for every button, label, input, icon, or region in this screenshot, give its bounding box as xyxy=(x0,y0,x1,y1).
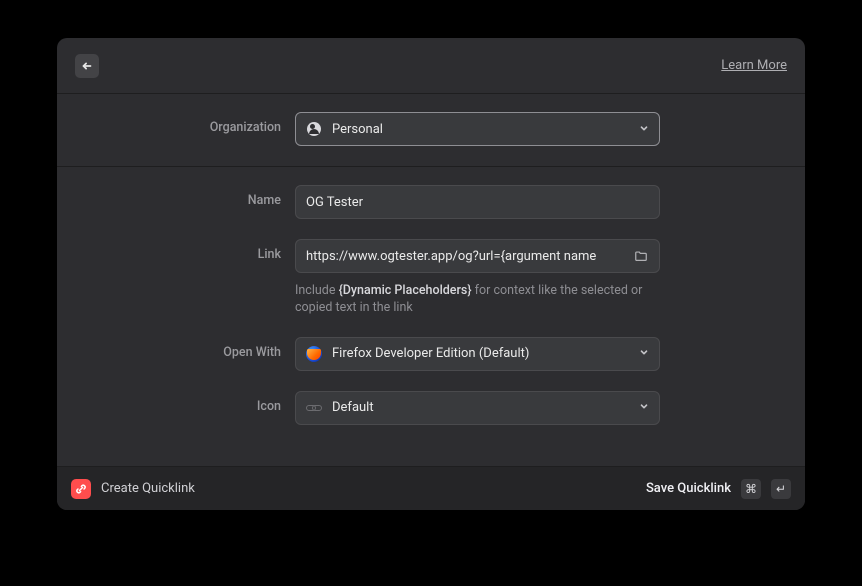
organization-select[interactable]: Personal xyxy=(295,112,660,146)
quicklink-app-icon xyxy=(71,479,91,499)
footer-right: Save Quicklink ⌘ ↵ xyxy=(646,479,791,499)
row-icon: Icon Default xyxy=(57,391,805,425)
form-body: Organization Personal Name Li xyxy=(57,94,805,466)
person-icon xyxy=(306,121,322,137)
top-bar: Learn More xyxy=(57,38,805,94)
icon-select[interactable]: Default xyxy=(295,391,660,425)
footer: Create Quicklink Save Quicklink ⌘ ↵ xyxy=(57,466,805,510)
footer-title: Create Quicklink xyxy=(101,481,195,496)
link-hint-highlight: {Dynamic Placeholders} xyxy=(339,283,472,298)
label-name: Name xyxy=(57,185,295,208)
back-button[interactable] xyxy=(75,54,99,78)
folder-icon xyxy=(634,249,648,263)
shortcut-key-enter: ↵ xyxy=(771,479,791,499)
row-name: Name xyxy=(57,185,805,219)
label-organization: Organization xyxy=(57,112,295,135)
divider xyxy=(57,166,805,167)
arrow-left-icon xyxy=(80,59,94,73)
chevron-down-icon xyxy=(639,400,649,415)
label-openwith: Open With xyxy=(57,337,295,360)
link-input[interactable] xyxy=(306,249,625,264)
link-hint-prefix: Include xyxy=(295,283,339,298)
row-organization: Organization Personal xyxy=(57,112,805,146)
quicklink-editor-window: Learn More Organization Personal Name xyxy=(57,38,805,510)
name-field-wrap[interactable] xyxy=(295,185,660,219)
learn-more-link[interactable]: Learn More xyxy=(721,58,787,73)
name-input[interactable] xyxy=(306,195,649,210)
footer-left: Create Quicklink xyxy=(71,479,195,499)
shortcut-key-cmd: ⌘ xyxy=(741,479,761,499)
chevron-down-icon xyxy=(639,122,649,137)
icon-value: Default xyxy=(332,400,374,415)
link-badge-icon xyxy=(75,483,87,495)
chevron-down-icon xyxy=(639,346,649,361)
label-link: Link xyxy=(57,239,295,262)
organization-value: Personal xyxy=(332,122,383,137)
openwith-value: Firefox Developer Edition (Default) xyxy=(332,346,529,361)
save-button[interactable]: Save Quicklink xyxy=(646,481,731,496)
row-openwith: Open With Firefox Developer Edition (Def… xyxy=(57,337,805,371)
firefox-icon xyxy=(306,346,322,362)
link-field-wrap[interactable] xyxy=(295,239,660,273)
label-icon: Icon xyxy=(57,391,295,414)
link-hint: Include {Dynamic Placeholders} for conte… xyxy=(295,283,660,317)
placeholder-picker-button[interactable] xyxy=(629,244,653,268)
openwith-select[interactable]: Firefox Developer Edition (Default) xyxy=(295,337,660,371)
link-icon xyxy=(306,400,322,416)
row-link: Link Include {Dynamic Placeholders} for … xyxy=(57,239,805,317)
